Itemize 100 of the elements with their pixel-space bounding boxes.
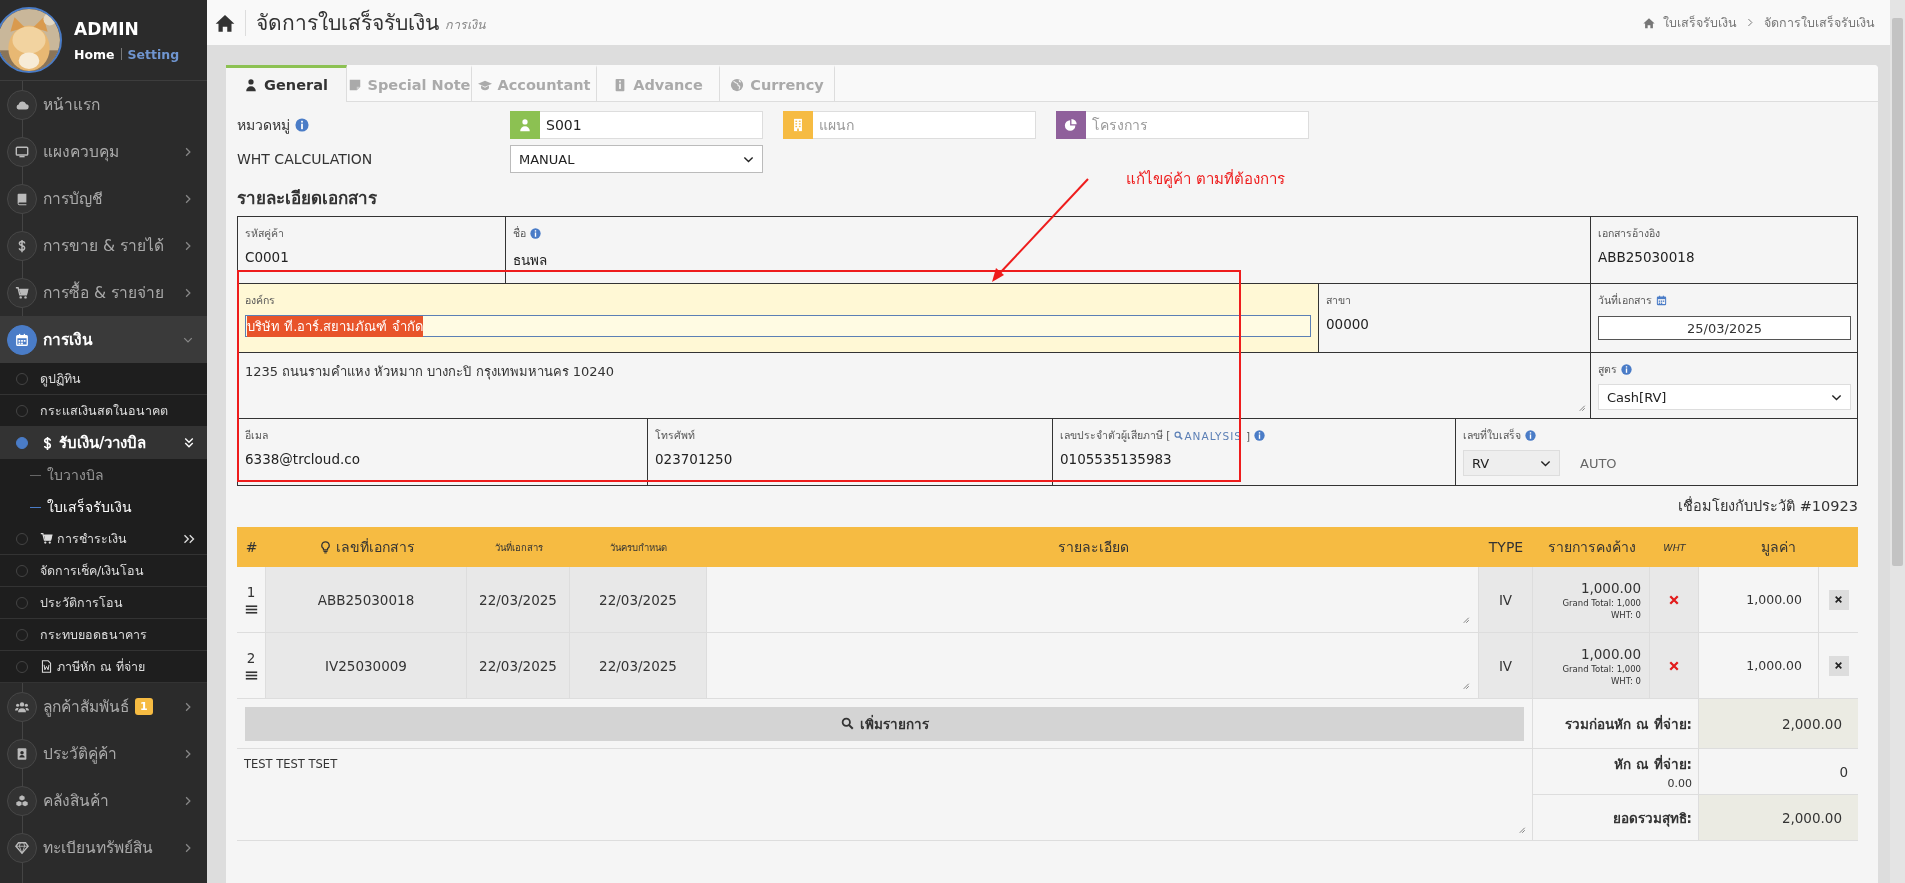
row-number: 1 xyxy=(246,583,256,600)
column-header: มูลค่า xyxy=(1761,538,1796,558)
scrollbar-thumb[interactable] xyxy=(1892,18,1903,566)
sidebar-subitem[interactable]: ใบวางบิล xyxy=(0,459,207,491)
note-field[interactable]: TEST TEST TSET xyxy=(244,757,1525,832)
column-header: วันที่เอกสาร xyxy=(494,540,543,555)
breadcrumb-link[interactable]: จัดการใบเสร็จรับเงิน xyxy=(1764,12,1875,33)
table-cell: 1,000.00 xyxy=(1746,658,1802,673)
page-title: จัดการใบเสร็จรับเงิน xyxy=(256,8,439,37)
date-field[interactable]: 25/03/2025 xyxy=(1598,316,1851,340)
table-cell: 22/03/2025 xyxy=(479,657,557,674)
table-cell: Grand Total: 1,000 xyxy=(1562,597,1641,608)
table-cell: IV xyxy=(1498,657,1513,674)
field-label: วันที่เอกสาร xyxy=(1598,292,1652,308)
field-label: เลขประจำตัวผู้เสียภาษี [ xyxy=(1060,428,1171,444)
sidebar-item[interactable]: หน้าแรก xyxy=(0,81,207,128)
annotation-text: แก้ไขคู่ค้า ตามที่ต้องการ xyxy=(1126,168,1285,190)
input-field[interactable]: S001 xyxy=(540,111,763,139)
home-icon xyxy=(1643,16,1655,29)
dropdown[interactable]: MANUAL xyxy=(510,145,763,173)
field-value: 00000 xyxy=(1326,316,1369,332)
row-number: 2 xyxy=(246,649,256,666)
table-cell: 22/03/2025 xyxy=(599,591,677,608)
field-value: ธนพล xyxy=(513,251,547,270)
sidebar-subitem[interactable]: รับเงิน/วางบิล xyxy=(0,427,207,459)
dropdown[interactable]: RV xyxy=(1463,450,1560,476)
sidebar-item[interactable]: แผงควบคุม xyxy=(0,128,207,175)
address-field[interactable]: 1235 ถนนรามคำแหง หัวหมาก บางกะปิ กรุงเทพมหานคร 10240 xyxy=(238,353,1590,416)
field-label: สูตร xyxy=(1598,362,1617,378)
field-label: สาขา xyxy=(1326,293,1351,308)
table-cell: ABB25030018 xyxy=(317,591,415,608)
home-icon xyxy=(215,12,235,33)
info-icon xyxy=(1525,430,1536,441)
field-label: รหัสคู่ค้า xyxy=(245,226,284,242)
add-item-button[interactable]: เพิ่มรายการ xyxy=(245,706,1524,741)
column-header: TYPE xyxy=(1488,539,1524,555)
total-value: 2,000.00 xyxy=(1781,715,1842,732)
page-subtitle: การเงิน xyxy=(445,15,486,34)
remove-button[interactable] xyxy=(1828,589,1849,610)
total-sublabel: 0.00 xyxy=(1667,777,1692,790)
sidebar-subitem[interactable]: ภาษีหัก ณ ที่จ่าย xyxy=(0,651,207,683)
input-field[interactable]: โครงการ xyxy=(1086,111,1309,139)
profile-link[interactable]: Setting xyxy=(127,46,180,62)
total-label: รวมก่อนหัก ณ ที่จ่าย: xyxy=(1565,714,1692,734)
close-icon xyxy=(1834,595,1843,604)
table-cell: IV xyxy=(1498,591,1513,608)
sidebar-item[interactable]: การเงิน xyxy=(0,316,207,363)
input-field[interactable]: บริษัท ที.อาร์.สยามภัณฑ์ จำกัด xyxy=(245,315,1311,337)
user-name: ADMIN xyxy=(74,18,140,39)
field-label: อีเมล xyxy=(245,428,268,443)
input-field[interactable]: แผนก xyxy=(813,111,1036,139)
sidebar-item[interactable]: การบัญชี xyxy=(0,175,207,222)
chevron-right-icon xyxy=(1745,17,1756,28)
column-header: รายละเอียด xyxy=(1057,538,1129,557)
breadcrumb-link[interactable]: ใบเสร็จรับเงิน xyxy=(1663,12,1737,33)
total-value: 2,000.00 xyxy=(1781,809,1842,826)
column-header: # xyxy=(245,539,258,555)
cart-icon xyxy=(7,277,37,308)
book-icon xyxy=(7,183,37,214)
field-label: ชื่อ xyxy=(513,225,526,241)
field-label: องค์กร xyxy=(245,293,275,308)
column-header: เลขที่เอกสาร xyxy=(335,537,415,557)
info-icon xyxy=(1621,364,1632,375)
sidebar-item[interactable]: ทะเบียนทรัพย์สิน xyxy=(0,824,207,871)
sidebar-item[interactable]: ประวัติคู่ค้า xyxy=(0,730,207,777)
total-label: หัก ณ ที่จ่าย: xyxy=(1614,754,1692,774)
table-cell: 1,000.00 xyxy=(1580,645,1641,662)
user-icon xyxy=(244,78,259,92)
profile-link[interactable]: Home xyxy=(74,46,115,62)
close-icon xyxy=(1834,661,1843,670)
sidebar-item[interactable]: คลังสินค้า xyxy=(0,777,207,824)
analysis-link[interactable]: ANALYSIS xyxy=(1174,429,1242,442)
column-header: วันครบกำหนด xyxy=(610,540,667,555)
field-value: 023701250 xyxy=(655,451,733,467)
sidebar-subitem[interactable]: ใบเสร็จรับเงิน xyxy=(0,491,207,523)
table-cell: 22/03/2025 xyxy=(479,591,557,608)
sidebar-item[interactable]: ลูกค้าสัมพันธ์ 1 xyxy=(0,683,207,730)
total-label: ยอดรวมสุทธิ: xyxy=(1612,808,1692,829)
globe-icon xyxy=(730,77,745,92)
remove-button[interactable] xyxy=(1828,655,1849,676)
table-cell: IV25030009 xyxy=(325,657,407,674)
calendar-icon xyxy=(1656,295,1667,306)
sidebar-subitem[interactable]: การชำระเงิน xyxy=(0,523,207,555)
tab[interactable]: General xyxy=(226,65,347,102)
info-icon xyxy=(1254,430,1266,441)
users-icon xyxy=(7,691,37,722)
sidebar-item[interactable]: การซื้อ & รายจ่าย xyxy=(0,269,207,316)
field-value: 0105535135983 xyxy=(1060,451,1172,467)
tree-dot xyxy=(16,564,28,577)
document-icon xyxy=(40,660,53,673)
note-icon xyxy=(347,77,362,92)
cubes-icon xyxy=(7,785,37,816)
table-cell: Grand Total: 1,000 xyxy=(1562,663,1641,674)
section-title: รายละเอียดเอกสาร xyxy=(237,187,378,210)
sidebar-item[interactable]: การขาย & รายได้ xyxy=(0,222,207,269)
field-label: หมวดหมู่ xyxy=(237,116,290,136)
field-value: ABB25030018 xyxy=(1598,249,1695,265)
total-value[interactable]: 0 xyxy=(1839,763,1848,780)
dropdown[interactable]: Cash[RV] xyxy=(1598,384,1851,410)
lightbulb-icon xyxy=(318,540,332,554)
